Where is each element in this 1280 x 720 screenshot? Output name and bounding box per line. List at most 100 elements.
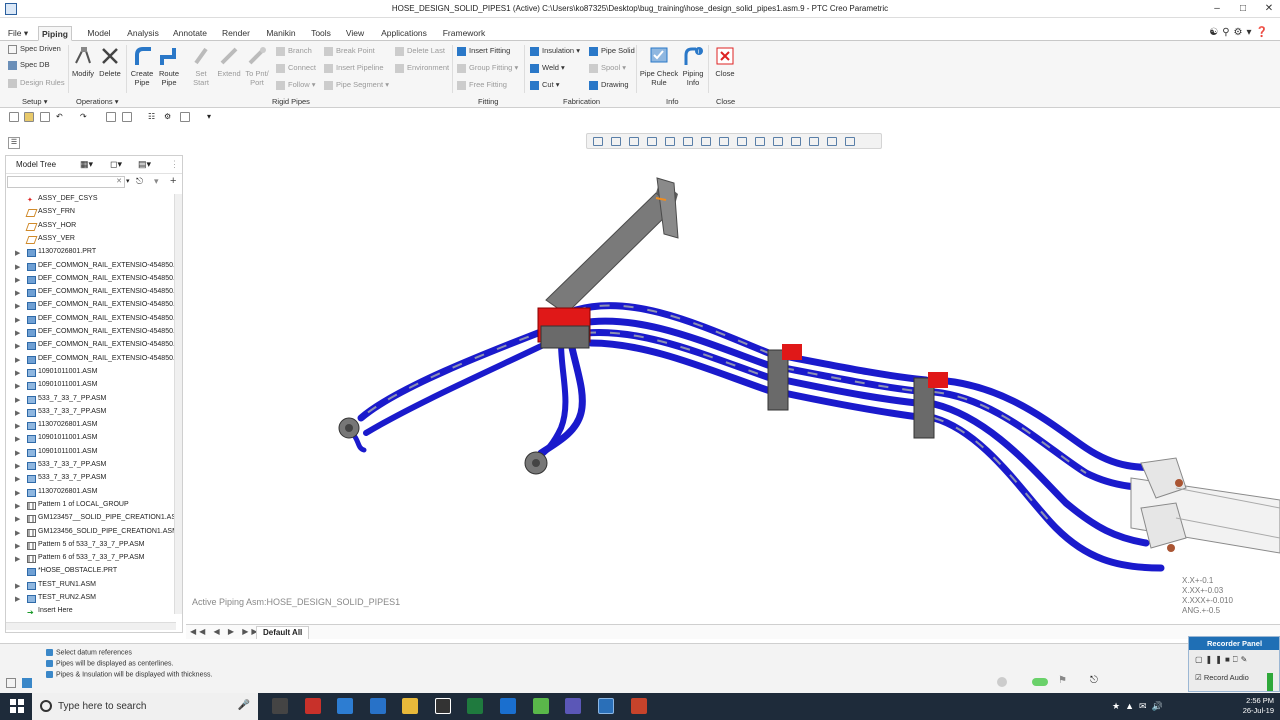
weld-button[interactable]: Weld ▾ [530,63,565,73]
tree-expand-icon[interactable]: ▶ [15,329,20,337]
tree-item[interactable]: ✦ ASSY_DEF_CSYS [6,194,176,207]
tree-expand-icon[interactable]: ▶ [15,462,20,470]
tab-piping[interactable]: Piping [38,26,72,41]
piping-info-button[interactable]: i Piping Info [680,45,706,87]
task-view-icon[interactable] [272,698,288,714]
flag-icon[interactable]: ⚑ [1058,675,1067,686]
tree-expand-icon[interactable]: ▶ [15,529,20,537]
branch-button[interactable]: Branch [276,46,312,56]
tree-item[interactable]: ▶ DEF_COMMON_RAIL_EXTENSIO-454850.PRT [6,327,176,340]
tree-item[interactable]: ▶ 533_7_33_7_PP.ASM [6,407,176,420]
tree-expand-icon[interactable]: ▶ [15,435,20,443]
pipe-check-rule-button[interactable]: Pipe Check Rule [638,45,680,87]
tab-framework[interactable]: Framework [438,26,490,41]
to-pnt-port-button[interactable]: To Pnt/ Port [243,45,271,87]
tree-expand-icon[interactable]: ▶ [15,342,20,350]
teams-icon[interactable] [565,698,581,714]
filter-icon[interactable]: ▾ [154,176,159,187]
minimize-icon[interactable]: – [1210,2,1224,16]
tree-item[interactable]: ▶ 10901011001.ASM [6,380,176,393]
tab-view[interactable]: View [340,26,370,41]
drawing-button[interactable]: Drawing [589,80,629,90]
edge-icon[interactable] [500,698,516,714]
tree-settings-icon[interactable]: ▦▾ [80,159,93,170]
tree-expand-icon[interactable]: ▶ [15,396,20,404]
model-tree-title[interactable]: Model Tree [16,160,56,169]
delete-button[interactable]: Delete [97,45,123,78]
tab-model[interactable]: Model [80,26,118,41]
tree-item[interactable]: ASSY_HOR [6,221,176,234]
powerpoint-icon[interactable] [631,698,647,714]
create-pipe-button[interactable]: Create Pipe [128,45,156,87]
pipe-segment-button[interactable]: Pipe Segment ▾ [324,80,389,90]
store-icon[interactable] [337,698,353,714]
tree-item[interactable]: ▶ 533_7_33_7_PP.ASM [6,473,176,486]
clock[interactable]: 2:56 PM 26-Jul-19 [1243,696,1274,716]
tree-expand-icon[interactable]: ▶ [15,515,20,523]
delete-last-button[interactable]: Delete Last [395,46,445,56]
tree-expand-icon[interactable]: ▶ [15,302,20,310]
operations-group-label[interactable]: Operations ▾ [76,97,119,106]
free-fitting-button[interactable]: Free Fitting [457,80,507,90]
tree-expand-icon[interactable]: ▶ [15,356,20,364]
spec-db-button[interactable]: Spec DB [8,60,50,70]
taskbar-search-box[interactable]: Type here to search 🎤 [32,693,258,720]
status-icon[interactable] [6,678,16,688]
close-button[interactable]: Close [712,45,738,78]
tree-expand-icon[interactable]: ▶ [15,316,20,324]
tree-item[interactable]: *HOSE_OBSTACLE.PRT [6,566,176,579]
tree-item[interactable]: ▶ DEF_COMMON_RAIL_EXTENSIO-454850.PRT [6,340,176,353]
tree-expand-icon[interactable]: ▶ [15,449,20,457]
tree-expand-icon[interactable]: ▶ [15,369,20,377]
close-icon[interactable]: ✕ [1262,2,1276,16]
tab-file[interactable]: File ▾ [4,26,32,41]
cut-button[interactable]: Cut ▾ [530,80,560,90]
close-window-icon[interactable]: ☷ [148,112,158,122]
environment-button[interactable]: Environment [395,63,449,73]
tree-item[interactable]: ➔ Insert Here [6,606,176,614]
tree-item[interactable]: ASSY_FRN [6,207,176,220]
tree-item[interactable]: ▶ GM123456_SOLID_PIPE_CREATION1.ASM [6,527,176,540]
tree-item[interactable]: ▶ Pattern 1 of LOCAL_GROUP [6,500,176,513]
search-dropdown-icon[interactable]: ▾ [126,177,130,185]
tree-item[interactable]: ▶ DEF_COMMON_RAIL_EXTENSIO-454850.PRT [6,300,176,313]
set-start-button[interactable]: Set Start [188,45,214,87]
clear-search-icon[interactable]: ✕ [116,177,122,185]
tree-item[interactable]: ▶ 533_7_33_7_PP.ASM [6,460,176,473]
tree-item[interactable]: ▶ TEST_RUN1.ASM [6,580,176,593]
tree-item[interactable]: ▶ DEF_COMMON_RAIL_EXTENSIO-454850.PRT [6,274,176,287]
tree-item[interactable]: ▶ Pattern 5 of 533_7_33_7_PP.ASM [6,540,176,553]
insulation-button[interactable]: Insulation ▾ [530,46,580,56]
windows-start-icon[interactable] [10,699,24,713]
route-pipe-button[interactable]: Route Pipe [156,45,182,87]
default-all-tab[interactable]: Default All [256,626,310,639]
add-icon[interactable]: + [170,175,176,187]
tree-item[interactable]: ASSY_VER [6,234,176,247]
recorder-controls[interactable]: ▢❚❚■⎕✎ [1195,655,1250,665]
tree-expand-icon[interactable]: ▶ [15,555,20,563]
tree-item[interactable]: ▶ DEF_COMMON_RAIL_EXTENSIO-454850.PRT [6,261,176,274]
mail-icon[interactable] [370,698,386,714]
find-icon[interactable]: ⎋ [1090,675,1098,686]
tree-expand-icon[interactable]: ▶ [15,502,20,510]
find-binoculars-icon[interactable]: ⎋ [136,176,143,187]
app-red-icon[interactable] [305,698,321,714]
file-explorer-icon[interactable] [402,698,418,714]
tree-item[interactable]: ▶ DEF_COMMON_RAIL_EXTENSIO-454850.PRT [6,287,176,300]
pipe-solid-button[interactable]: Pipe Solid [589,46,635,56]
spool-button[interactable]: Spool ▾ [589,63,626,73]
tree-expand-icon[interactable]: ▶ [15,409,20,417]
tree-item[interactable]: ▶ 10901011001.ASM [6,433,176,446]
tree-vertical-scrollbar[interactable] [174,194,182,614]
tree-expand-icon[interactable]: ▶ [15,542,20,550]
windows-icon[interactable] [122,112,132,122]
tree-expand-icon[interactable]: ▶ [15,263,20,271]
tree-item[interactable]: ▶ Pattern 6 of 533_7_33_7_PP.ASM [6,553,176,566]
tree-item[interactable]: ▶ 533_7_33_7_PP.ASM [6,394,176,407]
tree-item[interactable]: ▶ 10901011001.ASM [6,447,176,460]
setup-group-label[interactable]: Setup ▾ [22,97,47,106]
settings-icon[interactable]: ⚙ [164,112,174,122]
spec-driven-checkbox[interactable]: Spec Driven [8,44,61,54]
browser-icon[interactable] [533,698,549,714]
tree-horizontal-scrollbar[interactable] [6,622,176,630]
